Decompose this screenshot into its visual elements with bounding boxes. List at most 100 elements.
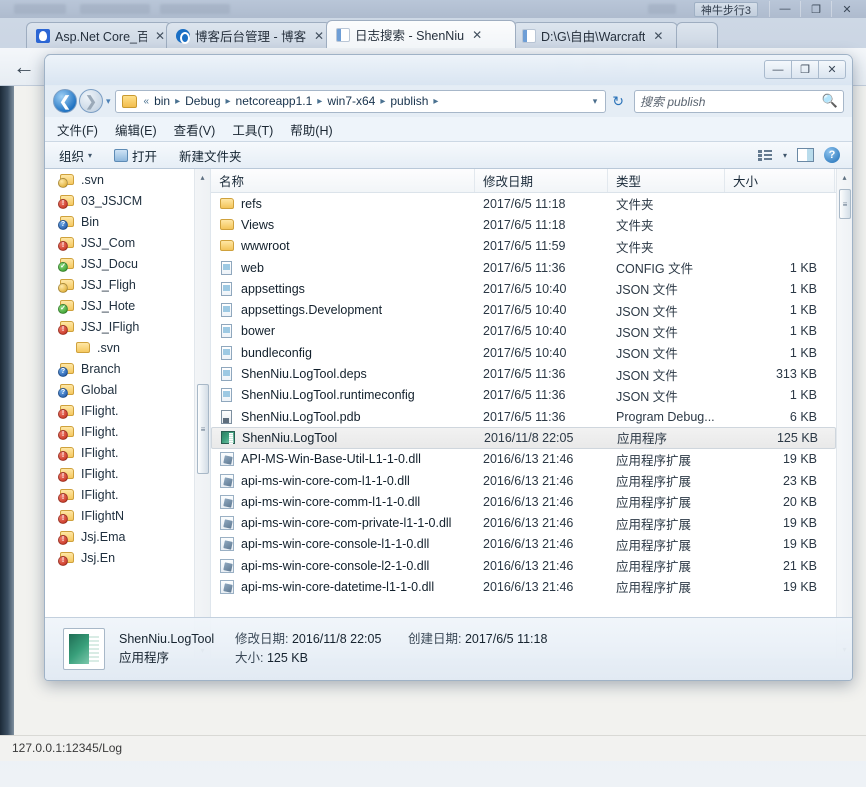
breadcrumb-separator-icon[interactable]: ▸ — [172, 96, 183, 107]
tab-close-icon[interactable]: ✕ — [311, 29, 324, 43]
file-list-scroll-thumb[interactable]: ≡ — [839, 189, 851, 219]
nav-item-4[interactable]: ✓ JSJ_Docu — [45, 253, 210, 274]
nav-item-6[interactable]: ✓ JSJ_Hote — [45, 295, 210, 316]
table-row[interactable]: api-ms-win-core-console-l1-1-0.dll 2016/6… — [211, 534, 836, 555]
browser-minimize-button[interactable]: — — [769, 1, 800, 17]
nav-item-3[interactable]: ! JSJ_Com — [45, 232, 210, 253]
nav-item-12[interactable]: ! IFlight. — [45, 421, 210, 442]
navpane-scroll-thumb[interactable]: ≡ — [197, 384, 209, 474]
refresh-icon[interactable]: ↻ — [606, 93, 630, 110]
browser-maximize-button[interactable]: ❐ — [800, 1, 831, 17]
nav-item-17[interactable]: ! Jsj.Ema — [45, 526, 210, 547]
nav-item-15[interactable]: ! IFlight. — [45, 484, 210, 505]
table-row[interactable]: ShenNiu.LogTool.runtimeconfig 2017/6/5 11… — [211, 385, 836, 406]
table-row[interactable]: api-ms-win-core-com-l1-1-0.dll 2016/6/13 … — [211, 470, 836, 491]
menu-edit[interactable]: 编辑(E) — [115, 120, 157, 139]
table-row[interactable]: bundleconfig 2017/6/5 10:40 JSON 文件 1 KB — [211, 342, 836, 363]
explorer-close-button[interactable]: ✕ — [818, 60, 846, 79]
column-header-date[interactable]: 修改日期 — [475, 169, 608, 192]
tab-close-icon[interactable]: ✕ — [152, 29, 165, 43]
browser-close-button[interactable]: ✕ — [831, 1, 862, 17]
table-row[interactable]: appsettings 2017/6/5 10:40 JSON 文件 1 KB — [211, 278, 836, 299]
breadcrumb-item-netcoreapp[interactable]: netcoreapp1.1 — [234, 94, 315, 108]
nav-item-1[interactable]: ! 03_JSJCM — [45, 190, 210, 211]
scroll-up-icon[interactable]: ▴ — [195, 169, 210, 185]
search-box[interactable]: 搜索 publish 🔍 — [634, 89, 844, 113]
nav-item-8[interactable]: .svn — [45, 337, 210, 358]
explorer-maximize-button[interactable]: ❐ — [791, 60, 819, 79]
table-row[interactable]: api-ms-win-core-comm-l1-1-0.dll 2016/6/13… — [211, 491, 836, 512]
breadcrumb-overflow-icon[interactable]: « — [141, 96, 153, 107]
help-icon[interactable]: ? — [824, 147, 840, 163]
window-user-badge[interactable]: 神牛步行3 — [693, 2, 758, 17]
back-button[interactable]: ❮ — [53, 89, 77, 113]
column-header-type[interactable]: 类型 — [608, 169, 725, 192]
browser-back-icon[interactable]: ← — [13, 56, 35, 78]
tab-close-icon[interactable]: ✕ — [469, 28, 482, 42]
nav-item-18[interactable]: ! Jsj.En — [45, 547, 210, 568]
browser-tab-3[interactable]: D:\G\自由\Warcraft ✕ — [512, 22, 678, 48]
explorer-titlebar[interactable]: — ❐ ✕ — [45, 55, 852, 85]
browser-tab-1[interactable]: 博客后台管理 - 博客 ✕ — [166, 22, 331, 48]
table-row[interactable]: API-MS-Win-Base-Util-L1-1-0.dll 2016/6/13… — [211, 449, 836, 470]
nav-item-5[interactable]: JSJ_Fligh — [45, 274, 210, 295]
breadcrumb-item-publish[interactable]: publish — [388, 94, 430, 108]
table-row[interactable]: Views 2017/6/5 11:18 文件夹 — [211, 214, 836, 235]
column-header-size[interactable]: 大小 — [725, 169, 835, 192]
nav-item-11[interactable]: ! IFlight. — [45, 400, 210, 421]
nav-item-10[interactable]: ? Global — [45, 379, 210, 400]
breadcrumb-separator-icon[interactable]: ▸ — [430, 96, 441, 107]
table-row[interactable]: appsettings.Development 2017/6/5 10:40 JSO… — [211, 299, 836, 320]
browser-tab-0[interactable]: Asp.Net Core_百度 ✕ — [26, 22, 172, 48]
table-row[interactable]: api-ms-win-core-datetime-l1-1-0.dll 2016/… — [211, 576, 836, 597]
search-input-placeholder[interactable]: 搜索 publish — [640, 93, 822, 110]
file-explorer-window[interactable]: — ❐ ✕ ❮ ❯ ▾ « bin ▸ Debug ▸ netcoreapp1.… — [44, 54, 853, 681]
file-list-pane[interactable]: 名称 修改日期 类型 大小 refs 2017/6/5 11:18 文件夹 View… — [211, 169, 852, 658]
nav-item-13[interactable]: ! IFlight. — [45, 442, 210, 463]
organize-button[interactable]: 组织 ▾ — [59, 146, 92, 165]
open-button[interactable]: 打开 — [114, 146, 157, 165]
history-dropdown-icon[interactable]: ▾ — [106, 96, 111, 107]
nav-item-7[interactable]: ! JSJ_IFligh — [45, 316, 210, 337]
menu-view[interactable]: 查看(V) — [174, 120, 216, 139]
breadcrumb-item-debug[interactable]: Debug — [183, 94, 222, 108]
new-folder-button[interactable]: 新建文件夹 — [179, 146, 242, 165]
table-row[interactable]: ShenNiu.LogTool.deps 2017/6/5 11:36 JSON 文… — [211, 363, 836, 384]
table-row[interactable]: api-ms-win-core-console-l2-1-0.dll 2016/6… — [211, 555, 836, 576]
navpane-scrollbar[interactable]: ▴ ≡ ▾ — [194, 169, 210, 658]
browser-tab-2[interactable]: 日志搜索 - ShenNiu ✕ — [326, 20, 516, 48]
nav-item-0[interactable]: .svn — [45, 169, 210, 190]
breadcrumb-item-bin[interactable]: bin — [152, 94, 172, 108]
breadcrumb-separator-icon[interactable]: ▸ — [377, 96, 388, 107]
forward-button[interactable]: ❯ — [79, 89, 103, 113]
tab-close-icon[interactable]: ✕ — [650, 29, 663, 43]
navigation-pane[interactable]: .svn ! 03_JSJCM ? Bin ! JSJ_Com ✓ JSJ_Docu J… — [45, 169, 211, 658]
nav-item-16[interactable]: ! IFlightN — [45, 505, 210, 526]
scroll-up-icon[interactable]: ▴ — [837, 169, 852, 186]
browser-tab-placeholder[interactable] — [676, 22, 718, 48]
table-row[interactable]: api-ms-win-core-com-private-l1-1-0.dll 20… — [211, 512, 836, 533]
menu-help[interactable]: 帮助(H) — [290, 120, 332, 139]
table-row[interactable]: web 2017/6/5 11:36 CONFIG 文件 1 KB — [211, 257, 836, 278]
nav-item-14[interactable]: ! IFlight. — [45, 463, 210, 484]
breadcrumb-separator-icon[interactable]: ▸ — [223, 96, 234, 107]
table-row[interactable]: bower 2017/6/5 10:40 JSON 文件 1 KB — [211, 321, 836, 342]
column-header-name[interactable]: 名称 — [211, 169, 475, 192]
menu-tools[interactable]: 工具(T) — [232, 120, 273, 139]
breadcrumb-separator-icon[interactable]: ▸ — [314, 96, 325, 107]
nav-item-2[interactable]: ? Bin — [45, 211, 210, 232]
chevron-down-icon[interactable]: ▾ — [589, 96, 602, 107]
address-breadcrumb-bar[interactable]: « bin ▸ Debug ▸ netcoreapp1.1 ▸ win7-x64… — [114, 89, 607, 113]
table-row[interactable]: ShenNiu.LogTool.pdb 2017/6/5 11:36 Program… — [211, 406, 836, 427]
nav-item-9[interactable]: ? Branch — [45, 358, 210, 379]
table-row[interactable]: wwwroot 2017/6/5 11:59 文件夹 — [211, 236, 836, 257]
table-row[interactable]: refs 2017/6/5 11:18 文件夹 — [211, 193, 836, 214]
explorer-minimize-button[interactable]: — — [764, 60, 792, 79]
preview-pane-icon[interactable] — [797, 148, 814, 162]
menu-file[interactable]: 文件(F) — [57, 120, 98, 139]
table-row-selected[interactable]: ShenNiu.LogTool 2016/11/8 22:05 应用程序 125 KB — [211, 427, 836, 449]
view-dropdown-icon[interactable]: ▾ — [783, 151, 787, 160]
breadcrumb-item-win7x64[interactable]: win7-x64 — [325, 94, 377, 108]
view-list-icon[interactable] — [757, 149, 773, 162]
file-list-scrollbar[interactable]: ▴ ≡ ▾ — [836, 169, 852, 658]
